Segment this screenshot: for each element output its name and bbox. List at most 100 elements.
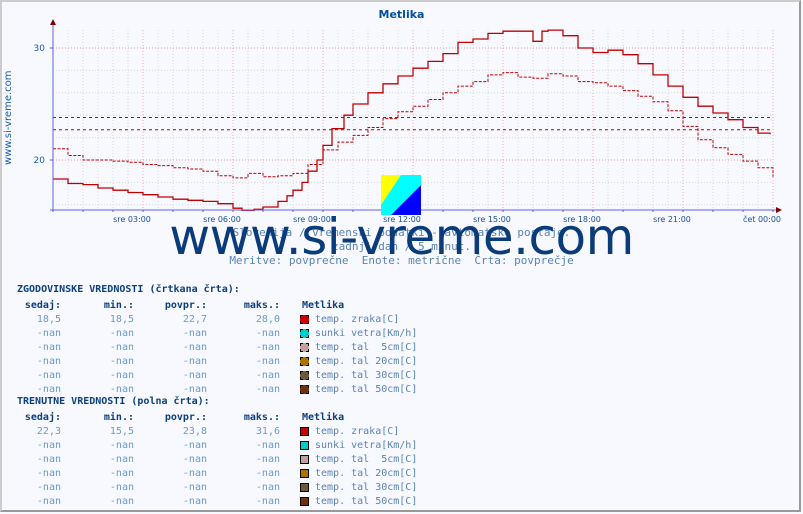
table-cell: -nan bbox=[182, 369, 207, 381]
table-cell: -nan bbox=[109, 383, 134, 395]
legend-swatch-icon bbox=[300, 426, 309, 436]
table-cell: -nan bbox=[109, 355, 134, 367]
column-header: povpr.: bbox=[164, 411, 207, 423]
legend-entry: temp. zraka[C] bbox=[300, 314, 399, 325]
table-cell: -nan bbox=[182, 355, 207, 367]
table-cell: -nan bbox=[255, 495, 280, 507]
table-cell: -nan bbox=[109, 453, 134, 465]
table-cell: 22,7 bbox=[182, 313, 207, 325]
location-header: Metlika bbox=[302, 411, 345, 423]
column-header: povpr.: bbox=[164, 299, 207, 311]
table-cell: -nan bbox=[255, 355, 280, 367]
legend-label: temp. tal 50cm[C] bbox=[315, 495, 418, 507]
table-cell: -nan bbox=[36, 453, 61, 465]
table-cell: -nan bbox=[255, 481, 280, 493]
table-cell: 31,6 bbox=[255, 425, 280, 437]
table-row: -nan -nan -nan -nan temp. tal 50cm[C] bbox=[17, 494, 417, 508]
legend-swatch-icon bbox=[300, 356, 309, 366]
table-cell: -nan bbox=[109, 495, 134, 507]
table-cell: -nan bbox=[255, 341, 280, 353]
table-row: -nan -nan -nan -nan temp. tal 30cm[C] bbox=[17, 368, 417, 382]
legend-label: temp. tal 30cm[C] bbox=[315, 481, 418, 493]
legend-label: sunki vetra[Km/h] bbox=[315, 327, 418, 339]
table-cell: -nan bbox=[255, 453, 280, 465]
location-header: Metlika bbox=[302, 299, 345, 311]
table-cell: -nan bbox=[36, 383, 61, 395]
table-cell: -nan bbox=[36, 341, 61, 353]
legend-label: temp. tal 5cm[C] bbox=[315, 341, 418, 353]
table-row: -nan -nan -nan -nan temp. tal 30cm[C] bbox=[17, 480, 417, 494]
table-header-row: sedaj: min.: povpr.: maks.: Metlika bbox=[17, 410, 417, 424]
legend-swatch-icon bbox=[300, 496, 309, 506]
table-row: -nan -nan -nan -nan temp. tal 5cm[C] bbox=[17, 340, 417, 354]
table-row: -nan -nan -nan -nan sunki vetra[Km/h] bbox=[17, 438, 417, 452]
legend-entry: temp. tal 20cm[C] bbox=[300, 356, 417, 367]
column-header: sedaj: bbox=[24, 411, 61, 423]
legend-swatch-icon bbox=[300, 314, 309, 324]
table-cell: -nan bbox=[182, 439, 207, 451]
table-cell: -nan bbox=[109, 369, 134, 381]
table-cell: -nan bbox=[182, 383, 207, 395]
legend-label: temp. tal 30cm[C] bbox=[315, 369, 418, 381]
table-row: -nan -nan -nan -nan temp. tal 20cm[C] bbox=[17, 466, 417, 480]
legend-label: temp. zraka[C] bbox=[315, 425, 400, 437]
legend-entry: temp. tal 50cm[C] bbox=[300, 384, 417, 395]
table-cell: 23,8 bbox=[182, 425, 207, 437]
current-values-table: TRENUTNE VREDNOSTI (polna črta): sedaj: mi… bbox=[17, 396, 417, 508]
table-row: -nan -nan -nan -nan temp. tal 50cm[C] bbox=[17, 382, 417, 396]
table-row: -nan -nan -nan -nan sunki vetra[Km/h] bbox=[17, 326, 417, 340]
table-header-row: sedaj: min.: povpr.: maks.: Metlika bbox=[17, 298, 417, 312]
legend-entry: temp. tal 5cm[C] bbox=[300, 454, 417, 465]
table-row: -nan -nan -nan -nan temp. tal 20cm[C] bbox=[17, 354, 417, 368]
table-cell: -nan bbox=[109, 341, 134, 353]
table-cell: -nan bbox=[36, 327, 61, 339]
legend-entry: sunki vetra[Km/h] bbox=[300, 440, 417, 451]
table-cell: -nan bbox=[109, 327, 134, 339]
legend-entry: temp. tal 30cm[C] bbox=[300, 482, 417, 493]
table-heading: ZGODOVINSKE VREDNOSTI (črtkana črta): bbox=[17, 284, 240, 295]
table-cell: 28,0 bbox=[255, 313, 280, 325]
column-header: min.: bbox=[103, 411, 134, 423]
legend-swatch-icon bbox=[300, 328, 309, 338]
column-header: min.: bbox=[103, 299, 134, 311]
table-cell: -nan bbox=[182, 453, 207, 465]
table-cell: -nan bbox=[109, 481, 134, 493]
y-axis-arrow-icon bbox=[50, 19, 56, 25]
table-cell: -nan bbox=[255, 369, 280, 381]
table-cell: -nan bbox=[182, 341, 207, 353]
table-cell: -nan bbox=[36, 439, 61, 451]
legend-entry: temp. tal 50cm[C] bbox=[300, 496, 417, 507]
legend-swatch-icon bbox=[300, 468, 309, 478]
table-cell: -nan bbox=[255, 327, 280, 339]
column-header: maks.: bbox=[243, 299, 280, 311]
table-row: -nan -nan -nan -nan temp. tal 5cm[C] bbox=[17, 452, 417, 466]
table-cell: -nan bbox=[255, 383, 280, 395]
table-cell: -nan bbox=[255, 439, 280, 451]
legend-entry: temp. zraka[C] bbox=[300, 426, 399, 437]
table-cell: -nan bbox=[109, 439, 134, 451]
table-cell: 15,5 bbox=[109, 425, 134, 437]
legend-label: temp. tal 5cm[C] bbox=[315, 453, 418, 465]
legend-swatch-icon bbox=[300, 440, 309, 450]
watermark: www.si-vreme.com bbox=[169, 208, 634, 266]
table-cell: 18,5 bbox=[109, 313, 134, 325]
y-tick-label: 30 bbox=[34, 44, 46, 54]
legend-swatch-icon bbox=[300, 454, 309, 464]
table-cell: -nan bbox=[109, 467, 134, 479]
legend-entry: temp. tal 20cm[C] bbox=[300, 468, 417, 479]
legend-entry: temp. tal 30cm[C] bbox=[300, 370, 417, 381]
table-cell: -nan bbox=[182, 467, 207, 479]
legend-label: temp. tal 20cm[C] bbox=[315, 355, 418, 367]
column-header: sedaj: bbox=[24, 299, 61, 311]
temperature-chart: sre 03:00 sre 06:00 sre 09:00 sre 12:00 sre … bbox=[34, 19, 782, 224]
legend-entry: sunki vetra[Km/h] bbox=[300, 328, 417, 339]
legend-entry: temp. tal 5cm[C] bbox=[300, 342, 417, 353]
table-cell: -nan bbox=[36, 355, 61, 367]
legend-swatch-icon bbox=[300, 482, 309, 492]
column-header: maks.: bbox=[243, 411, 280, 423]
table-cell: 18,5 bbox=[36, 313, 61, 325]
legend-swatch-icon bbox=[300, 370, 309, 380]
legend-label: temp. tal 20cm[C] bbox=[315, 467, 418, 479]
legend-swatch-icon bbox=[300, 342, 309, 352]
table-cell: -nan bbox=[182, 327, 207, 339]
